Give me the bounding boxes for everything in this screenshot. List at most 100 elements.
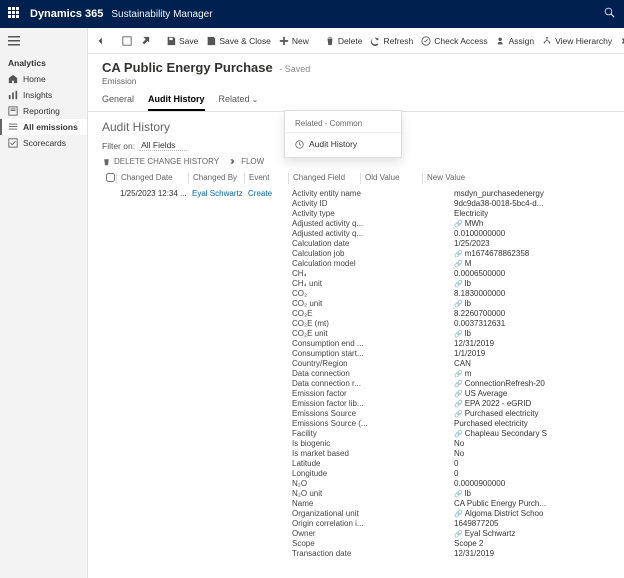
field-value: CAN: [454, 359, 610, 368]
nav-insights[interactable]: Insights: [0, 87, 87, 103]
field-value: 0: [454, 469, 610, 478]
page-title: CA Public Energy Purchase: [102, 60, 273, 75]
related-audit-history[interactable]: Audit History: [285, 137, 401, 151]
field-name: Calculation model: [292, 259, 448, 268]
field-name: Adjusted activity q...: [292, 229, 448, 238]
field-name: Emission factor lib...: [292, 399, 448, 408]
col-old-value[interactable]: Old Value: [360, 173, 422, 184]
field-name: Country/Region: [292, 359, 448, 368]
waffle-icon[interactable]: [8, 7, 22, 21]
save-button[interactable]: Save: [166, 36, 198, 46]
open-icon[interactable]: [122, 36, 132, 46]
field-value[interactable]: lb: [454, 279, 610, 288]
field-value: 1649877205: [454, 519, 610, 528]
filter-label: Filter on:: [102, 141, 135, 151]
field-value: CA Public Energy Purch...: [454, 499, 610, 508]
col-new-value[interactable]: New Value: [422, 173, 610, 184]
delete-change-history-button[interactable]: DELETE CHANGE HISTORY: [102, 157, 219, 166]
field-value: No: [454, 439, 610, 448]
tab-audit-history[interactable]: Audit History: [148, 94, 205, 111]
field-name: N₂O unit: [292, 489, 448, 498]
field-value: 0: [454, 459, 610, 468]
field-name: Calculation job: [292, 249, 448, 258]
field-name: Longitude: [292, 469, 448, 478]
field-value: 9dc9da38-0018-5bc4-d...: [454, 199, 610, 208]
popout-icon[interactable]: [140, 36, 150, 46]
check-access-button[interactable]: Check Access: [421, 36, 487, 46]
save-close-button[interactable]: Save & Close: [206, 36, 271, 46]
flow-button[interactable]: Flow⌄: [620, 35, 624, 46]
field-name: Emissions Source (...: [292, 419, 448, 428]
app-name: Sustainability Manager: [111, 9, 212, 20]
field-name: CH₄: [292, 269, 448, 278]
command-bar: Save Save & Close New Delete Refresh Che…: [88, 28, 624, 54]
field-value[interactable]: EPA 2022 - eGRID: [454, 399, 610, 408]
field-value[interactable]: Eyal Schwartz: [454, 529, 610, 538]
col-changed-field[interactable]: Changed Field: [288, 173, 360, 184]
nav-reporting[interactable]: Reporting: [0, 103, 87, 119]
field-value: 0.0006500000: [454, 269, 610, 278]
hamburger-icon[interactable]: [0, 32, 87, 52]
field-value[interactable]: ConnectionRefresh-20: [454, 379, 610, 388]
field-value[interactable]: US Average: [454, 389, 610, 398]
field-value[interactable]: Algoma District Schoo: [454, 509, 610, 518]
field-name: Latitude: [292, 459, 448, 468]
field-name: CO₂ unit: [292, 299, 448, 308]
field-value[interactable]: MWh: [454, 219, 610, 228]
sidebar: Analytics Home Insights Reporting All em…: [0, 28, 88, 578]
col-event[interactable]: Event: [244, 173, 288, 184]
field-name: Emissions Source: [292, 409, 448, 418]
related-header: Related - Common: [285, 117, 401, 133]
field-value[interactable]: m: [454, 369, 610, 378]
field-value[interactable]: M: [454, 259, 610, 268]
field-value: 8.1830000000: [454, 289, 610, 298]
field-value[interactable]: Purchased electricity: [454, 409, 610, 418]
field-name: CO₂E unit: [292, 329, 448, 338]
product-name: Dynamics 365: [30, 8, 103, 20]
new-button[interactable]: New: [279, 36, 309, 46]
search-icon[interactable]: [604, 7, 616, 21]
filter-field[interactable]: All Fields: [139, 140, 187, 151]
chevron-down-icon: ⌄: [252, 95, 259, 104]
nav-scorecards[interactable]: Scorecards: [0, 135, 87, 151]
field-value[interactable]: lb: [454, 329, 610, 338]
field-name: CO₂: [292, 289, 448, 298]
nav-all-emissions[interactable]: All emissions: [0, 119, 87, 135]
field-name: Facility: [292, 429, 448, 438]
field-value: msdyn_purchasedenergy: [454, 189, 610, 198]
refresh-button[interactable]: Refresh: [370, 36, 413, 46]
field-name: Is market based: [292, 449, 448, 458]
back-button[interactable]: [96, 36, 106, 46]
tab-general[interactable]: General: [102, 94, 134, 111]
col-changed-by[interactable]: Changed By: [188, 173, 244, 184]
field-name: Adjusted activity q...: [292, 219, 448, 228]
field-value: 1/25/2023: [454, 239, 610, 248]
field-value: 8.2260700000: [454, 309, 610, 318]
nav-group: Analytics: [0, 52, 87, 71]
save-status: - Saved: [279, 64, 310, 74]
field-value: 1/1/2019: [454, 349, 610, 358]
flow-grid-button[interactable]: FLOW: [229, 157, 264, 166]
field-value: Scope 2: [454, 539, 610, 548]
field-name: Activity entity name: [292, 189, 448, 198]
field-value: 0.0000900000: [454, 479, 610, 488]
field-value[interactable]: Chapleau Secondary S: [454, 429, 610, 438]
field-value[interactable]: m1674678862358: [454, 249, 610, 258]
tab-related[interactable]: Related⌄: [219, 94, 259, 111]
field-value[interactable]: lb: [454, 489, 610, 498]
field-value[interactable]: lb: [454, 299, 610, 308]
field-value: 12/31/2019: [454, 549, 610, 558]
cell-changed-by[interactable]: Eyal Schwartz: [188, 189, 244, 558]
select-all-checkbox[interactable]: [106, 173, 115, 182]
nav-home[interactable]: Home: [0, 71, 87, 87]
delete-button[interactable]: Delete: [325, 36, 363, 46]
cell-event[interactable]: Create: [244, 189, 288, 558]
field-value: Electricity: [454, 209, 610, 218]
field-name: CH₄ unit: [292, 279, 448, 288]
col-changed-date[interactable]: Changed Date: [116, 173, 188, 184]
grid-row[interactable]: 1/25/2023 12:34 ... Eyal Schwartz Create…: [102, 187, 610, 558]
field-name: Activity ID: [292, 199, 448, 208]
view-hierarchy-button[interactable]: View Hierarchy: [542, 36, 612, 46]
field-name: Consumption end ...: [292, 339, 448, 348]
assign-button[interactable]: Assign: [496, 36, 535, 46]
